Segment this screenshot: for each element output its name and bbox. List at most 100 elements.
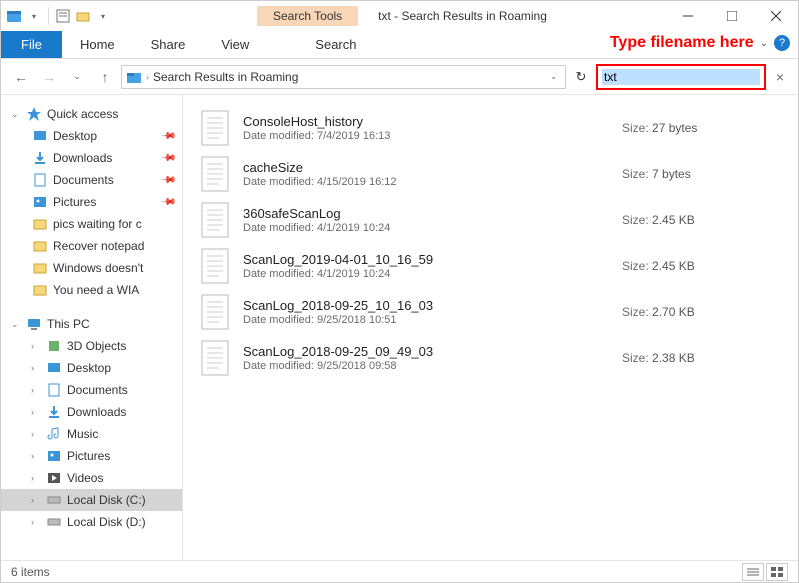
tree-label: Desktop [67,361,111,375]
sidebar-item[interactable]: › Local Disk (D:) [1,511,182,533]
sidebar-item[interactable]: You need a WIA [1,279,182,301]
tab-view[interactable]: View [203,31,267,58]
text-file-icon [199,155,231,193]
view-thumbnails-button[interactable] [766,563,788,581]
result-row[interactable]: 360safeScanLogDate modified: 4/1/2019 10… [183,197,798,243]
chevron-right-icon[interactable]: › [31,451,41,461]
qat-newfolder-icon[interactable] [74,7,92,25]
qat-properties-icon[interactable] [54,7,72,25]
result-row[interactable]: ScanLog_2018-09-25_10_16_03Date modified… [183,289,798,335]
sidebar-item[interactable]: ›Pictures [1,445,182,467]
file-modified: Date modified: 9/25/2018 10:51 [243,314,610,326]
pin-icon: 📌 [159,128,176,145]
drive-icon [45,382,63,398]
view-details-button[interactable] [742,563,764,581]
result-row[interactable]: ScanLog_2018-09-25_09_49_03Date modified… [183,335,798,381]
qat-dropdown-icon[interactable]: ▾ [25,7,43,25]
status-item-count: 6 items [11,565,50,579]
refresh-button[interactable]: ↻ [570,66,592,88]
chevron-right-icon[interactable]: › [31,407,41,417]
sidebar-item[interactable]: Windows doesn't [1,257,182,279]
tree-label: Quick access [47,107,118,121]
folder-icon [31,260,49,276]
result-row[interactable]: ScanLog_2019-04-01_10_16_59Date modified… [183,243,798,289]
sidebar-item[interactable]: Recover notepad [1,235,182,257]
drive-icon [45,492,63,508]
address-bar[interactable]: › Search Results in Roaming ⌄ [121,65,566,89]
chevron-down-icon[interactable]: ⌄ [11,319,21,330]
chevron-right-icon[interactable]: › [31,495,41,505]
drive-icon [45,514,63,530]
sidebar-item[interactable]: ›Local Disk (C:) [1,489,182,511]
navigation-pane: ⌄ Quick access Desktop📌Downloads📌Documen… [1,95,183,560]
search-input[interactable] [602,69,760,85]
address-dropdown-icon[interactable]: ⌄ [546,72,561,81]
sidebar-item[interactable]: › Videos [1,467,182,489]
tab-file[interactable]: File [1,31,62,58]
tree-this-pc[interactable]: ⌄ This PC [1,313,182,335]
tree-label: Local Disk (D:) [67,515,146,529]
drive-icon [45,338,63,354]
sidebar-item[interactable]: pics waiting for c [1,213,182,235]
sidebar-item[interactable]: › 3D Objects [1,335,182,357]
file-size: Size: 7 bytes [622,167,782,181]
search-box[interactable] [596,64,766,90]
folder-icon [31,172,49,188]
maximize-button[interactable] [710,1,754,31]
sidebar-item[interactable]: Documents📌 [1,169,182,191]
ribbon-expand-icon[interactable]: ⌄ [760,38,768,49]
help-icon[interactable]: ? [774,35,790,51]
breadcrumb[interactable]: Search Results in Roaming [153,70,542,84]
drive-icon [45,404,63,420]
file-name: ScanLog_2018-09-25_10_16_03 [243,298,610,313]
drive-icon [45,426,63,442]
text-file-icon [199,109,231,147]
pin-icon: 📌 [159,150,176,167]
explorer-app-icon [5,7,23,25]
chevron-down-icon[interactable]: ⌄ [11,109,21,120]
chevron-right-icon[interactable]: › [31,363,41,373]
ribbon: File Home Share View Search Type filenam… [1,31,798,59]
tree-label: 3D Objects [67,339,126,353]
drive-icon [45,360,63,376]
tree-label: Documents [67,383,128,397]
chevron-right-icon[interactable]: › [31,341,41,351]
sidebar-item[interactable]: › Desktop [1,357,182,379]
tab-search[interactable]: Search [297,31,374,58]
sidebar-item[interactable]: Pictures📌 [1,191,182,213]
tree-label: Videos [67,471,103,485]
tree-label: Windows doesn't [53,261,143,275]
text-file-icon [199,293,231,331]
nav-recent-dropdown[interactable]: ⌄ [65,65,89,89]
chevron-right-icon[interactable]: › [31,385,41,395]
sidebar-item[interactable]: Downloads📌 [1,147,182,169]
tab-home[interactable]: Home [62,31,133,58]
tree-label: pics waiting for c [53,217,142,231]
tree-label: You need a WIA [53,283,139,297]
nav-back-button[interactable]: ← [9,65,33,89]
sidebar-item[interactable]: ›Music [1,423,182,445]
chevron-right-icon[interactable]: › [31,517,41,527]
sidebar-item[interactable]: Desktop📌 [1,125,182,147]
file-size: Size: 2.38 KB [622,351,782,365]
sidebar-item[interactable]: ›Downloads [1,401,182,423]
navigation-bar: ← → ⌄ ↑ › Search Results in Roaming ⌄ ↻ … [1,59,798,95]
clear-search-button[interactable]: × [770,69,790,85]
file-size: Size: 27 bytes [622,121,782,135]
close-button[interactable] [754,1,798,31]
result-row[interactable]: cacheSizeDate modified: 4/15/2019 16:12S… [183,151,798,197]
nav-up-button[interactable]: ↑ [93,65,117,89]
qat-customize-icon[interactable]: ▾ [94,7,112,25]
nav-forward-button[interactable]: → [37,65,61,89]
chevron-right-icon[interactable]: › [31,473,41,483]
result-row[interactable]: ConsoleHost_historyDate modified: 7/4/20… [183,105,798,151]
folder-icon [31,128,49,144]
tab-share[interactable]: Share [133,31,204,58]
chevron-right-icon[interactable]: › [31,429,41,439]
sidebar-item[interactable]: › Documents [1,379,182,401]
tree-quick-access[interactable]: ⌄ Quick access [1,103,182,125]
minimize-button[interactable] [666,1,710,31]
folder-icon [31,194,49,210]
window-title: txt - Search Results in Roaming [378,9,547,23]
file-size: Size: 2.45 KB [622,259,782,273]
